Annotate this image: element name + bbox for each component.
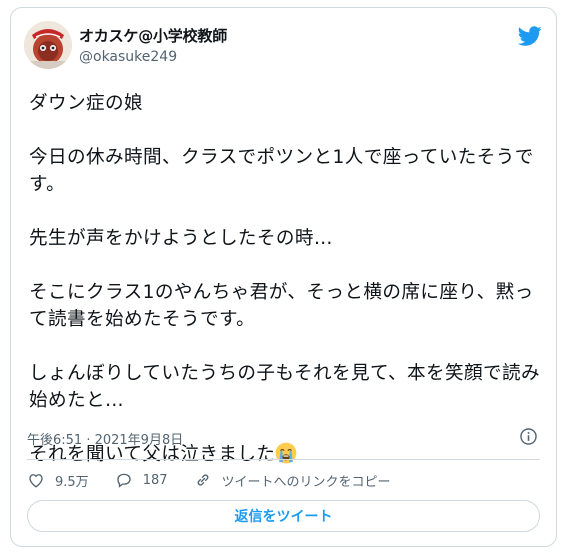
tweet-text: ダウン症の娘 今日の休み時間、クラスでポツンと1人で座っていたそうです。 先生が… [29, 90, 544, 468]
speech-bubble-icon [117, 473, 131, 488]
like-button[interactable]: 9.5万 [27, 471, 89, 490]
avatar[interactable] [24, 21, 72, 69]
tweet-body: ダウン症の娘 今日の休み時間、クラスでポツンと1人で座っていたそうです。 先生が… [29, 93, 540, 465]
tweet-card: オカスケ@小学校教師 @okasuke249 ダウン症の娘 今日の休み時間、クラ… [10, 7, 557, 547]
copy-link-button[interactable]: ツイートへのリンクをコピー [194, 471, 391, 490]
copy-link-label: ツイートへのリンクをコピー [221, 474, 391, 490]
timestamp[interactable]: 午後6:51 · 2021年9月8日 [27, 429, 183, 448]
link-icon [197, 474, 208, 486]
divider [27, 459, 540, 460]
twitter-bird-icon[interactable] [518, 24, 542, 48]
reply-count-button[interactable]: 187 [115, 471, 168, 489]
info-icon[interactable] [519, 427, 538, 446]
action-bar: 9.5万 187 ツイートへのリンクをコピー [27, 469, 417, 491]
reply-count: 187 [142, 472, 168, 488]
like-count: 9.5万 [55, 474, 89, 490]
heart-icon [29, 474, 43, 488]
reply-tweet-button[interactable]: 返信をツイート [27, 500, 540, 532]
display-name[interactable]: オカスケ@小学校教師 [79, 25, 227, 46]
user-handle[interactable]: @okasuke249 [79, 49, 177, 65]
loudly-crying-face-icon [275, 442, 297, 464]
